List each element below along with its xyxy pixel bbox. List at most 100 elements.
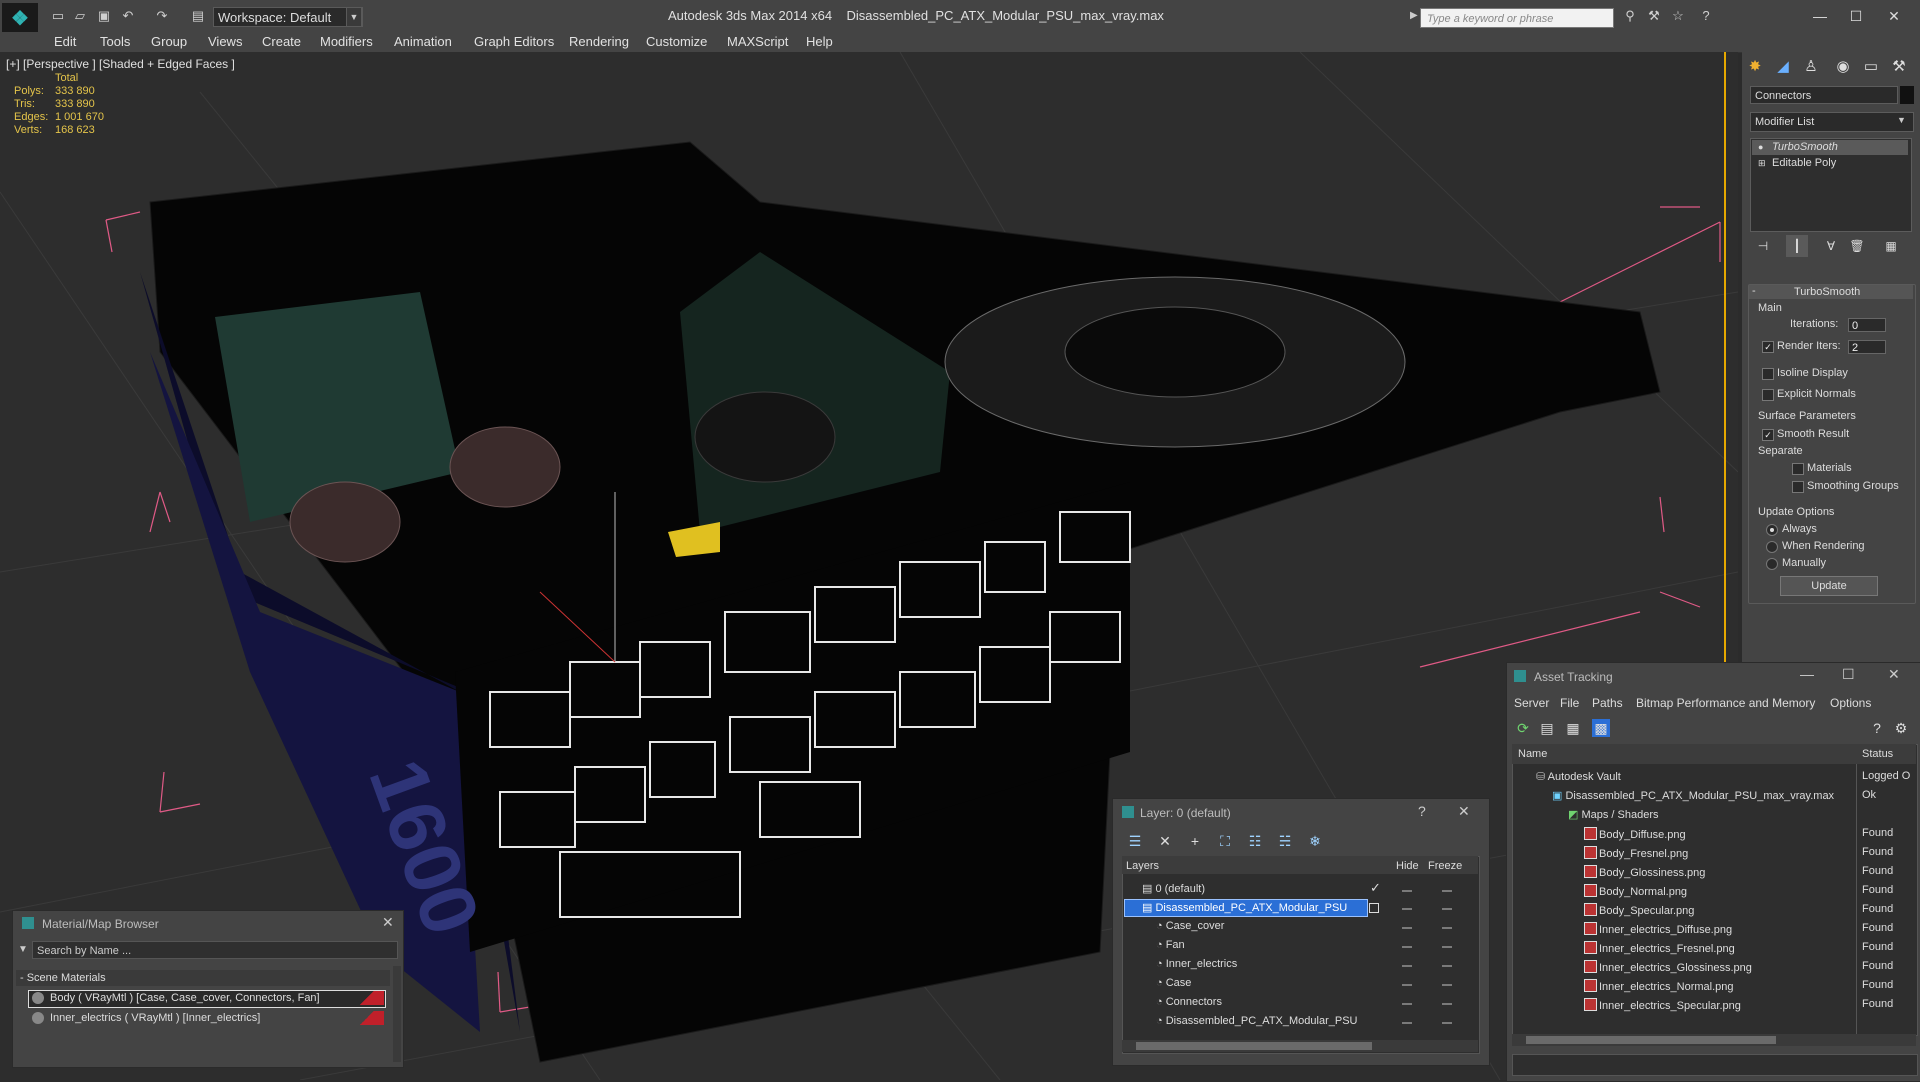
save-icon[interactable]: ▣: [96, 9, 112, 23]
settings-icon[interactable]: ⚙: [1892, 719, 1910, 737]
smoothing-groups-checkbox[interactable]: [1792, 481, 1804, 493]
close-icon[interactable]: ✕: [1458, 803, 1470, 820]
new-file-icon[interactable]: ▭: [50, 9, 66, 23]
highlight-layer-icon[interactable]: ☷: [1246, 832, 1264, 850]
layer-object-row[interactable]: ◔ Inner_electrics: [1156, 958, 1237, 970]
asset-row-scene-file[interactable]: ▣ Disassembled_PC_ATX_Modular_PSU_max_vr…: [1552, 789, 1834, 802]
menu-group[interactable]: Group: [151, 34, 187, 49]
utilities-tab-icon[interactable]: ⚒: [1888, 56, 1910, 78]
lightbulb-icon[interactable]: ●: [1758, 140, 1763, 155]
layer-object-row[interactable]: ◔ Case_cover: [1156, 920, 1224, 932]
hide-column-header[interactable]: Hide: [1396, 860, 1419, 872]
show-end-result-icon[interactable]: ┃: [1786, 235, 1808, 257]
hide-all-icon[interactable]: ☵: [1276, 832, 1294, 850]
layer-object-row[interactable]: ◔ Fan: [1156, 939, 1185, 951]
when-rendering-radio[interactable]: [1766, 541, 1778, 553]
menu-rendering[interactable]: Rendering: [569, 34, 629, 49]
scrollbar-thumb[interactable]: [1136, 1042, 1372, 1050]
stack-item-turbosmooth[interactable]: ● TurboSmooth: [1752, 140, 1908, 155]
minimize-icon[interactable]: —: [1800, 666, 1814, 682]
asset-menu-file[interactable]: File: [1560, 696, 1579, 710]
workspace-dropdown[interactable]: Workspace: Default: [213, 7, 363, 27]
update-button[interactable]: Update: [1780, 576, 1878, 596]
object-name-field[interactable]: Connectors: [1750, 86, 1898, 104]
asset-row-maps-folder[interactable]: ◩ Maps / Shaders: [1568, 808, 1659, 821]
list-view-icon[interactable]: ▤: [1538, 719, 1556, 737]
freeze-toggle[interactable]: [1442, 890, 1452, 892]
layers-column-header[interactable]: Layers: [1126, 860, 1159, 872]
layer-object-row[interactable]: ◔ Case: [1156, 977, 1191, 989]
delete-layer-icon[interactable]: ✕: [1156, 832, 1174, 850]
isoline-display-checkbox[interactable]: [1762, 368, 1774, 380]
asset-menu-server[interactable]: Server: [1514, 696, 1549, 710]
material-browser-scrollbar[interactable]: [393, 966, 401, 1062]
options-dropdown-icon[interactable]: ▼: [18, 944, 28, 955]
chevron-down-icon[interactable]: ▼: [346, 7, 362, 27]
freeze-toggle[interactable]: [1442, 1003, 1452, 1005]
freeze-toggle[interactable]: [1442, 927, 1452, 929]
asset-row-bitmap[interactable]: Body_Glossiness.png: [1584, 865, 1705, 879]
hide-toggle[interactable]: [1402, 927, 1412, 929]
close-icon[interactable]: ✕: [382, 914, 394, 931]
select-objects-icon[interactable]: ⛶: [1216, 832, 1234, 850]
hide-toggle[interactable]: [1402, 890, 1412, 892]
iterations-spinner[interactable]: 0: [1848, 318, 1886, 332]
modify-tab-icon[interactable]: ◢: [1772, 56, 1794, 78]
maximize-icon[interactable]: ☐: [1836, 4, 1876, 28]
material-search-input[interactable]: Search by Name ...: [32, 941, 398, 959]
hierarchy-tab-icon[interactable]: ♙: [1800, 56, 1822, 78]
object-color-swatch[interactable]: [1900, 86, 1914, 104]
hide-toggle[interactable]: [1402, 984, 1412, 986]
menu-help[interactable]: Help: [806, 34, 833, 49]
collapse-minus-icon[interactable]: -: [1752, 285, 1756, 297]
menu-customize[interactable]: Customize: [646, 34, 707, 49]
freeze-all-icon[interactable]: ❄: [1306, 832, 1324, 850]
freeze-toggle[interactable]: [1442, 908, 1452, 910]
hide-toggle[interactable]: [1402, 1022, 1412, 1024]
asset-row-bitmap[interactable]: Body_Normal.png: [1584, 884, 1687, 898]
menu-graph-editors[interactable]: Graph Editors: [474, 34, 554, 49]
menu-create[interactable]: Create: [262, 34, 301, 49]
stack-item-editable-poly[interactable]: ⊞ Editable Poly: [1752, 156, 1908, 171]
pin-stack-icon[interactable]: ⊣: [1752, 235, 1774, 257]
freeze-toggle[interactable]: [1442, 946, 1452, 948]
freeze-toggle[interactable]: [1442, 984, 1452, 986]
viewport-label[interactable]: [+] [Perspective ] [Shaded + Edged Faces…: [6, 57, 235, 71]
project-folder-icon[interactable]: ▤: [190, 9, 206, 23]
hide-toggle[interactable]: [1402, 965, 1412, 967]
make-unique-icon[interactable]: ∀: [1820, 235, 1842, 257]
asset-row-bitmap[interactable]: Body_Fresnel.png: [1584, 846, 1688, 860]
set-current-box-icon[interactable]: [1369, 903, 1379, 913]
asset-row-bitmap[interactable]: Inner_electrics_Fresnel.png: [1584, 941, 1735, 955]
help-icon[interactable]: ?: [1868, 719, 1886, 737]
freeze-toggle[interactable]: [1442, 965, 1452, 967]
motion-tab-icon[interactable]: ◉: [1832, 56, 1854, 78]
layer-row[interactable]: ▤ 0 (default): [1142, 882, 1205, 895]
keyword-search-input[interactable]: Type a keyword or phrase: [1420, 8, 1614, 28]
undo-icon[interactable]: ↶: [120, 9, 136, 23]
layer-row[interactable]: ▤ Disassembled_PC_ATX_Modular_PSU: [1142, 901, 1347, 914]
materials-checkbox[interactable]: [1792, 463, 1804, 475]
asset-row-bitmap[interactable]: Inner_electrics_Normal.png: [1584, 979, 1734, 993]
always-radio[interactable]: [1766, 524, 1778, 536]
explicit-normals-checkbox[interactable]: [1762, 389, 1774, 401]
asset-row-bitmap[interactable]: Inner_electrics_Specular.png: [1584, 998, 1741, 1012]
hide-toggle[interactable]: [1402, 908, 1412, 910]
maximize-icon[interactable]: ☐: [1842, 666, 1855, 683]
current-layer-check-icon[interactable]: ✓: [1370, 880, 1381, 896]
chevron-down-icon[interactable]: ▼: [1897, 115, 1906, 125]
display-tab-icon[interactable]: ▭: [1860, 56, 1882, 78]
scrollbar-thumb[interactable]: [1526, 1036, 1776, 1044]
redo-icon[interactable]: ↷: [154, 9, 170, 23]
app-logo-icon[interactable]: ❖: [2, 3, 38, 33]
help-icon[interactable]: ?: [1418, 803, 1426, 819]
create-tab-icon[interactable]: ✸: [1744, 56, 1766, 78]
refresh-icon[interactable]: ⟳: [1514, 719, 1532, 737]
menu-modifiers[interactable]: Modifiers: [320, 34, 373, 49]
configure-sets-icon[interactable]: ▦: [1880, 235, 1902, 257]
table-view-icon[interactable]: ▩: [1592, 719, 1610, 737]
remove-modifier-icon[interactable]: 🗑: [1846, 235, 1868, 257]
status-column-header[interactable]: Status: [1862, 748, 1893, 760]
asset-row-bitmap[interactable]: Body_Diffuse.png: [1584, 827, 1686, 841]
asset-row-vault[interactable]: ⛁ Autodesk Vault: [1536, 770, 1621, 783]
